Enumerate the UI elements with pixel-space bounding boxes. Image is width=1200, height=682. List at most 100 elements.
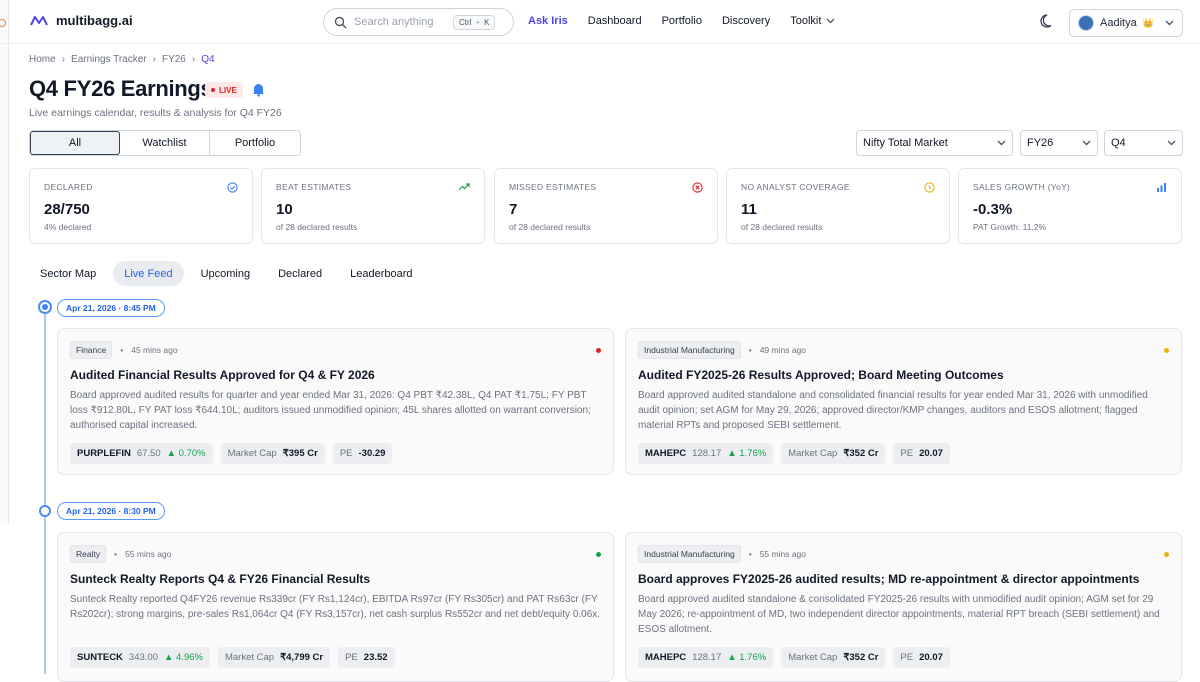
breadcrumb: Home › Earnings Tracker › FY26 › Q4: [29, 54, 215, 65]
segment-all[interactable]: All: [30, 131, 120, 155]
chevron-down-icon: [1165, 20, 1174, 26]
nav-discovery[interactable]: Discovery: [722, 15, 770, 27]
quarter-select[interactable]: Q4: [1104, 130, 1183, 156]
separator: •: [748, 345, 752, 355]
ticker: MAHEPC: [645, 652, 687, 663]
chevron-right-icon: ›: [191, 54, 196, 65]
user-menu[interactable]: Aaditya 👑: [1069, 9, 1183, 37]
timeline-time: Apr 21, 2026 · 8:30 PM: [57, 502, 165, 520]
feed-card[interactable]: Finance • 45 mins ago Audited Financial Re…: [57, 328, 614, 475]
market-cap-label: Market Cap: [788, 448, 838, 459]
breadcrumb-home[interactable]: Home: [29, 54, 56, 65]
pe-value: 23.52: [363, 652, 388, 663]
stat-beat: BEAT ESTIMATES 10 of 28 declared results: [261, 168, 485, 244]
breadcrumb-tracker[interactable]: Earnings Tracker: [71, 54, 147, 65]
timeline-dot-active: [38, 300, 52, 314]
brand-name: multibagg.ai: [56, 13, 133, 28]
market-cap-chip: Market Cap ₹4,799 Cr: [217, 647, 331, 668]
time-ago: 55 mins ago: [125, 549, 172, 559]
nav-dashboard[interactable]: Dashboard: [588, 15, 642, 27]
price-change: ▲ 0.70%: [166, 448, 206, 459]
status-dot: [596, 348, 601, 353]
ticker-chip[interactable]: MAHEPC 128.17 ▲ 1.76%: [638, 443, 774, 464]
search-icon: [334, 16, 347, 28]
segment-watchlist[interactable]: Watchlist: [120, 131, 210, 155]
tab-sector-map[interactable]: Sector Map: [29, 261, 107, 286]
chevron-down-icon: [997, 140, 1006, 146]
time-ago: 49 mins ago: [759, 345, 807, 355]
separator: •: [120, 345, 124, 355]
ticker: PURPLEFIN: [77, 448, 131, 459]
market-cap-label: Market Cap: [788, 652, 838, 663]
stat-label: DECLARED: [44, 182, 93, 192]
shortcut-plus: +: [475, 17, 481, 27]
user-name: Aaditya: [1100, 17, 1137, 29]
tab-live-feed[interactable]: Live Feed: [113, 261, 184, 286]
price: 67.50: [136, 448, 161, 459]
market-cap-value: ₹352 Cr: [843, 448, 879, 459]
segment-portfolio[interactable]: Portfolio: [210, 131, 300, 155]
time-ago: 55 mins ago: [759, 549, 807, 559]
separator: •: [114, 549, 118, 559]
stat-missed: MISSED ESTIMATES 7 of 28 declared result…: [494, 168, 718, 244]
chevron-down-icon: [826, 18, 835, 24]
feed-card[interactable]: Industrial Manufacturing • 49 mins ago Aud…: [625, 328, 1182, 475]
market-cap-value: ₹4,799 Cr: [280, 652, 324, 663]
market-cap-value: ₹395 Cr: [282, 448, 318, 459]
chevron-right-icon: ›: [61, 54, 66, 65]
search-bar[interactable]: Ctrl+K: [323, 8, 514, 36]
breadcrumb-year[interactable]: FY26: [162, 54, 186, 65]
nav-ask-iris[interactable]: Ask Iris: [528, 15, 568, 27]
stat-declared: DECLARED 28/750 4% declared: [29, 168, 253, 244]
bell-icon[interactable]: [252, 82, 265, 97]
breadcrumb-current: Q4: [201, 54, 215, 65]
stat-sub: 4% declared: [44, 222, 92, 232]
shortcut-ctrl: Ctrl: [459, 17, 472, 27]
market-cap-label: Market Cap: [224, 652, 275, 663]
shortcut-key: K: [484, 17, 490, 27]
tab-upcoming[interactable]: Upcoming: [190, 261, 262, 286]
ticker-chip[interactable]: SUNTECK 343.00 ▲ 4.96%: [70, 647, 210, 668]
separator: •: [748, 549, 752, 559]
sector-tag: Industrial Manufacturing: [638, 545, 741, 563]
price-change: ▲ 4.96%: [163, 652, 203, 663]
feed-card[interactable]: Realty • 55 mins ago Sunteck Realty Report…: [57, 532, 614, 682]
tab-declared[interactable]: Declared: [267, 261, 333, 286]
market-cap-value: ₹352 Cr: [843, 652, 879, 663]
pe-chip: PE 20.07: [893, 443, 950, 464]
status-dot: [1164, 552, 1169, 557]
feed-card[interactable]: Industrial Manufacturing • 55 mins ago Boa…: [625, 532, 1182, 682]
pe-chip: PE -30.29: [332, 443, 393, 464]
dark-mode-icon[interactable]: [1040, 13, 1056, 29]
trending-up-icon: [458, 183, 470, 191]
search-input[interactable]: [354, 16, 446, 28]
tab-leaderboard[interactable]: Leaderboard: [339, 261, 423, 286]
page-title: Q4 FY26 Earnings: [29, 76, 213, 101]
stat-sub: PAT Growth: 11.2%: [973, 222, 1047, 232]
timeline-line: [44, 308, 46, 674]
brand-logo[interactable]: multibagg.ai: [29, 13, 133, 28]
nav-toolkit-label: Toolkit: [790, 15, 822, 27]
live-badge: LIVE: [205, 82, 243, 98]
timeline-time: Apr 21, 2026 · 8:45 PM: [57, 299, 165, 317]
time-ago: 45 mins ago: [131, 345, 178, 355]
pe-value: 20.07: [919, 652, 943, 663]
chevron-right-icon: ›: [152, 54, 156, 65]
view-segment: All Watchlist Portfolio: [29, 130, 301, 156]
ticker-chip[interactable]: MAHEPC 128.17 ▲ 1.76%: [638, 647, 774, 668]
timeline-dot: [39, 505, 51, 517]
quarter-select-value: Q4: [1111, 137, 1126, 149]
market-select[interactable]: Nifty Total Market: [856, 130, 1013, 156]
x-circle-icon: [692, 182, 703, 193]
stat-sales-growth: SALES GROWTH (YoY) -0.3% PAT Growth: 11.…: [958, 168, 1182, 244]
card-body: Board approved audited standalone and co…: [638, 390, 1148, 431]
stat-sub: of 28 declared results: [741, 222, 823, 232]
ticker-chip[interactable]: PURPLEFIN 67.50 ▲ 0.70%: [70, 443, 213, 464]
nav-portfolio[interactable]: Portfolio: [662, 15, 702, 27]
year-select[interactable]: FY26: [1020, 130, 1098, 156]
market-cap-label: Market Cap: [227, 448, 277, 459]
nav-toolkit[interactable]: Toolkit: [790, 15, 835, 27]
live-dot-icon: [211, 88, 215, 92]
card-title: Board approves FY2025-26 audited results…: [638, 572, 1140, 586]
price-change: ▲ 1.76%: [727, 448, 767, 459]
